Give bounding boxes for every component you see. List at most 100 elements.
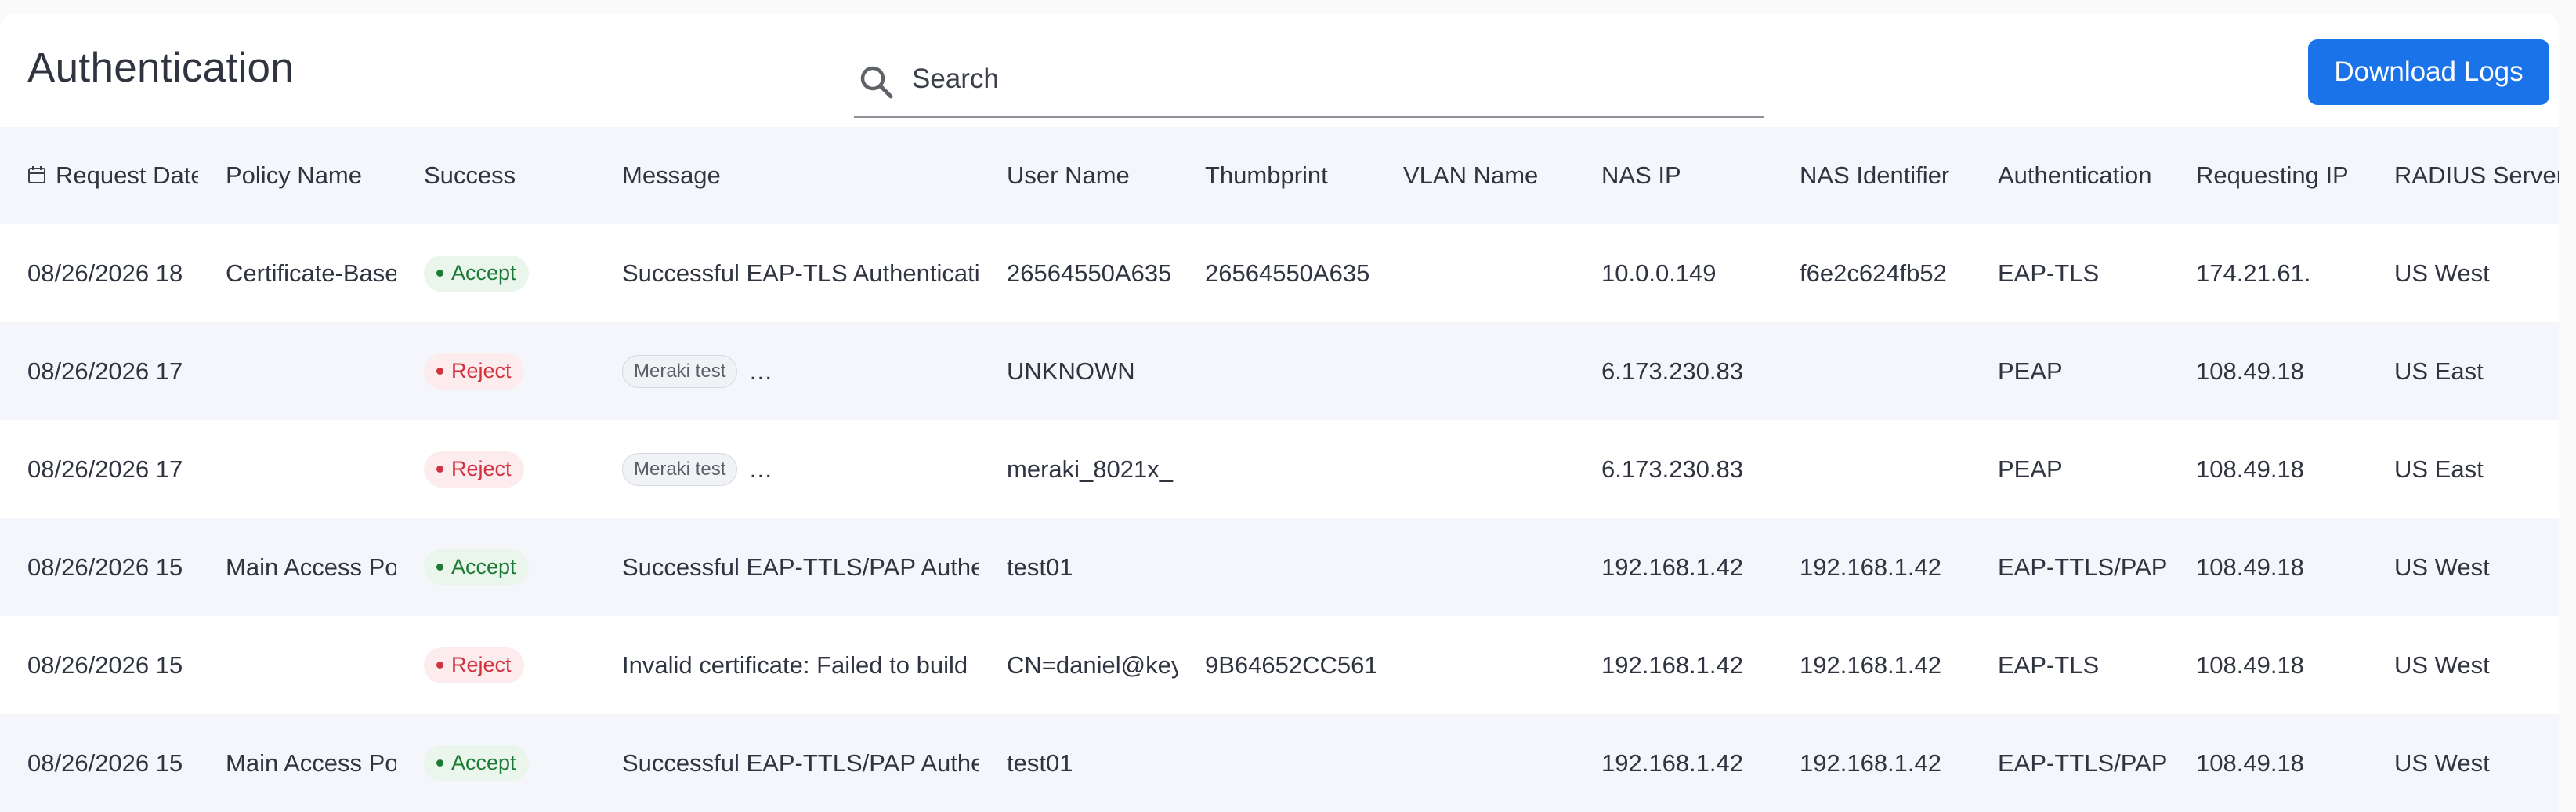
cell-authentication: PEAP: [1970, 420, 2169, 518]
column-header-vlan-name[interactable]: VLAN Name: [1376, 127, 1574, 224]
search-input[interactable]: [910, 52, 1752, 107]
cell-text: 08/26/2026 17: [27, 357, 183, 385]
cell-policy-name: Main Access Policy: [198, 714, 396, 812]
cell-user-name: CN=daniel@key: [979, 616, 1178, 714]
cell-text: 08/26/2026 18: [27, 259, 183, 287]
cell-nas-identifier: f6e2c624fb52: [1772, 224, 1970, 322]
cell-radius-server: US West: [2367, 714, 2559, 812]
search-icon[interactable]: [857, 63, 895, 100]
cell-thumbprint: [1178, 518, 1376, 616]
cell-text: test01: [1007, 553, 1073, 581]
cell-text: f6e2c624fb52: [1800, 259, 1947, 287]
cell-text: 108.49.18: [2196, 749, 2304, 777]
cell-text: 192.168.1.42: [1800, 749, 1942, 777]
table-row[interactable]: 08/26/2026 15 Main Access Policy Accept Suc…: [0, 518, 2559, 616]
column-header-label: Requesting IP: [2196, 161, 2349, 189]
table-row[interactable]: 08/26/2026 15 Main Access Policy Accept Suc…: [0, 714, 2559, 812]
status-dot-icon: [436, 759, 443, 767]
cell-policy-name: Certificate-Based: [198, 224, 396, 322]
status-badge: Accept: [424, 745, 529, 781]
status-dot-icon: [436, 368, 443, 375]
column-header-policy-name[interactable]: Policy Name: [198, 127, 396, 224]
cell-request-date: 08/26/2026 15: [0, 518, 198, 616]
column-header-label: RADIUS Server: [2394, 161, 2559, 189]
cell-message: Meraki test …: [595, 420, 979, 518]
cell-nas-ip: 6.173.230.83: [1574, 322, 1772, 420]
cell-message: Successful EAP-TLS Authentication: [595, 224, 979, 322]
cell-text: meraki_8021x_: [1007, 455, 1173, 483]
table-body: 08/26/2026 18 Certificate-Based Accept Succ…: [0, 224, 2559, 812]
table-row[interactable]: 08/26/2026 17 Reject Meraki test … UNKNOWN 6.…: [0, 322, 2559, 420]
cell-text: 108.49.18: [2196, 455, 2304, 483]
cell-success: Reject: [396, 420, 595, 518]
column-header-radius-server[interactable]: RADIUS Server: [2367, 127, 2559, 224]
calendar-icon: [28, 166, 45, 183]
cell-text: test01: [1007, 749, 1073, 777]
cell-policy-name: Main Access Policy: [198, 518, 396, 616]
more-ellipsis-icon[interactable]: …: [748, 455, 772, 483]
column-header-authentication[interactable]: Authentication: [1970, 127, 2169, 224]
column-header-label: VLAN Name: [1403, 161, 1539, 189]
table-row[interactable]: 08/26/2026 15 Reject Invalid certificate: …: [0, 616, 2559, 714]
message-tag[interactable]: Meraki test: [622, 452, 738, 486]
cell-text: Invalid certificate: Failed to build: [622, 651, 968, 679]
cell-request-date: 08/26/2026 15: [0, 714, 198, 812]
cell-radius-server: US West: [2367, 518, 2559, 616]
cell-request-date: 08/26/2026 17: [0, 420, 198, 518]
column-header-thumbprint[interactable]: Thumbprint: [1178, 127, 1376, 224]
cell-success: Accept: [396, 518, 595, 616]
cell-requesting-ip: 108.49.18: [2169, 518, 2367, 616]
cell-text: EAP-TTLS/PAP: [1998, 749, 2168, 777]
page-title: Authentication: [27, 45, 295, 91]
cell-nas-identifier: [1772, 420, 1970, 518]
status-badge: Reject: [424, 451, 524, 488]
column-header-success[interactable]: Success: [396, 127, 595, 224]
cell-vlan-name: [1376, 420, 1574, 518]
cell-text: US East: [2394, 357, 2484, 385]
cell-text: Main Access Policy: [226, 553, 396, 581]
status-label: Reject: [451, 359, 512, 383]
status-dot-icon: [436, 466, 443, 473]
cell-policy-name: [198, 322, 396, 420]
column-header-message[interactable]: Message: [595, 127, 979, 224]
cell-text: Main Access Policy: [226, 749, 396, 777]
column-header-label: Message: [622, 161, 721, 189]
cell-text: EAP-TLS: [1998, 259, 2100, 287]
cell-text: EAP-TLS: [1998, 651, 2100, 679]
status-label: Accept: [451, 751, 516, 775]
cell-authentication: EAP-TLS: [1970, 616, 2169, 714]
column-header-requesting-ip[interactable]: Requesting IP: [2169, 127, 2367, 224]
cell-nas-ip: 192.168.1.42: [1574, 518, 1772, 616]
column-header-label: NAS Identifier: [1800, 161, 1950, 189]
cell-text: 08/26/2026 15: [27, 749, 183, 777]
cell-vlan-name: [1376, 224, 1574, 322]
cell-radius-server: US West: [2367, 616, 2559, 714]
cell-text: US West: [2394, 553, 2490, 581]
cell-text: 192.168.1.42: [1601, 553, 1744, 581]
cell-nas-identifier: 192.168.1.42: [1772, 714, 1970, 812]
download-logs-button[interactable]: Download Logs: [2308, 39, 2549, 105]
column-header-nas-identifier[interactable]: NAS Identifier: [1772, 127, 1970, 224]
column-header-label: Request Date: [56, 161, 198, 189]
column-header-request-date[interactable]: Request Date: [0, 127, 198, 224]
column-header-nas-ip[interactable]: NAS IP: [1574, 127, 1772, 224]
cell-thumbprint: 26564550A635: [1178, 224, 1376, 322]
status-badge: Reject: [424, 353, 524, 390]
cell-user-name: test01: [979, 518, 1178, 616]
column-header-user-name[interactable]: User Name: [979, 127, 1178, 224]
cell-message: Successful EAP-TTLS/PAP Authentication: [595, 714, 979, 812]
cell-text: 108.49.18: [2196, 357, 2304, 385]
cell-text: 6.173.230.83: [1601, 455, 1744, 483]
search-field[interactable]: [854, 47, 1764, 118]
cell-text: 08/26/2026 17: [27, 455, 183, 483]
table-row[interactable]: 08/26/2026 17 Reject Meraki test … meraki_80…: [0, 420, 2559, 518]
cell-text: 08/26/2026 15: [27, 553, 183, 581]
cell-nas-ip: 192.168.1.42: [1574, 616, 1772, 714]
cell-radius-server: US East: [2367, 420, 2559, 518]
cell-text: 192.168.1.42: [1601, 749, 1744, 777]
column-header-label: Thumbprint: [1205, 161, 1328, 189]
cell-requesting-ip: 108.49.18: [2169, 714, 2367, 812]
table-row[interactable]: 08/26/2026 18 Certificate-Based Accept Succ…: [0, 224, 2559, 322]
more-ellipsis-icon[interactable]: …: [748, 357, 772, 385]
message-tag[interactable]: Meraki test: [622, 354, 738, 388]
